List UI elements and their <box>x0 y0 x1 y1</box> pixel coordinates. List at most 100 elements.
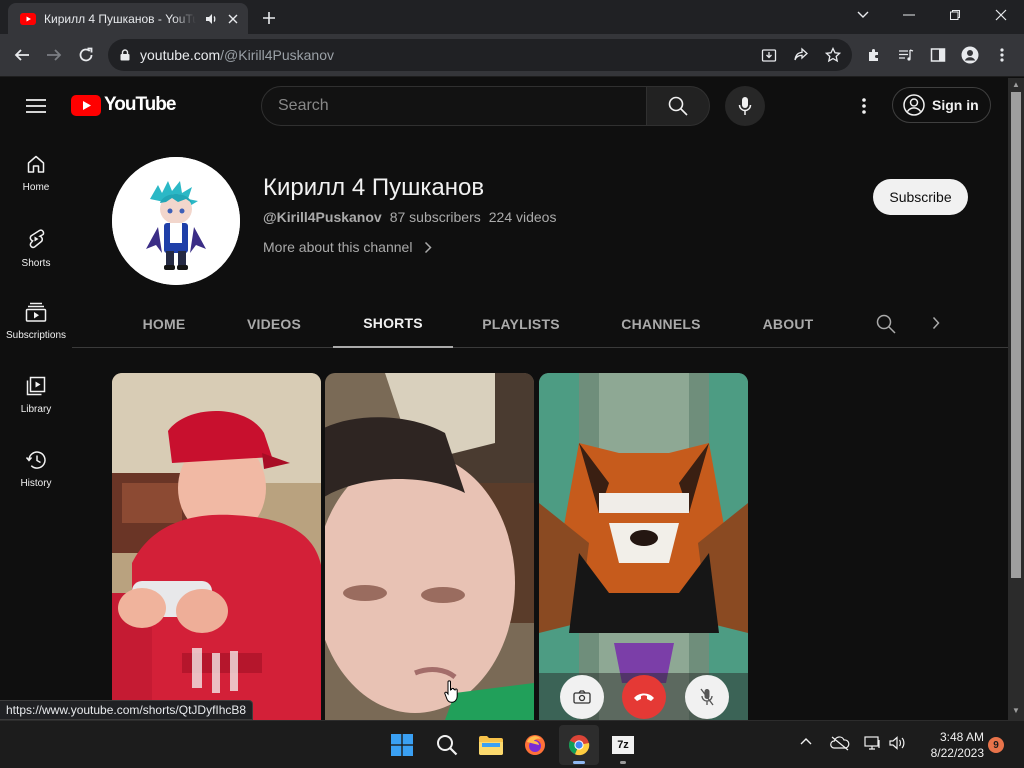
browser-tab[interactable]: Кирилл 4 Пушканов - YouTube <box>8 3 248 34</box>
channel-name: Кирилл 4 Пушканов <box>263 174 485 201</box>
windows-start-button[interactable] <box>382 725 422 765</box>
onedrive-tray-icon[interactable] <box>830 735 852 755</box>
channel-handle: @Kirill4Puskanov <box>263 209 382 225</box>
page-scrollbar[interactable]: ▲ ▼ <box>1008 78 1024 720</box>
tab-channels[interactable]: CHANNELS <box>608 300 714 348</box>
guide-item-history[interactable]: History <box>0 430 72 504</box>
scroll-down-arrow[interactable]: ▼ <box>1011 706 1021 716</box>
close-tab-icon[interactable] <box>226 12 240 26</box>
forward-button[interactable] <box>39 40 69 70</box>
extensions-icon[interactable] <box>860 41 888 69</box>
chrome-button[interactable] <box>559 725 599 765</box>
active-app-indicator <box>573 761 585 764</box>
channel-meta: @Kirill4Puskanov 87 subscribers 224 vide… <box>263 209 556 225</box>
taskbar-search-button[interactable] <box>427 725 467 765</box>
tab-search-button[interactable] <box>840 0 886 30</box>
scrollbar-thumb[interactable] <box>1011 92 1021 578</box>
back-button[interactable] <box>7 40 37 70</box>
running-app-indicator <box>620 761 626 764</box>
browser-menu-icon[interactable] <box>988 41 1016 69</box>
search-input[interactable] <box>278 97 646 115</box>
tab-about[interactable]: ABOUT <box>752 300 824 348</box>
windows-taskbar: 7z 3:48 AM 8/22/2023 9 <box>0 720 1024 768</box>
short-thumbnail-2[interactable] <box>325 373 534 720</box>
guide-item-home[interactable]: Home <box>0 134 72 208</box>
firefox-button[interactable] <box>515 725 555 765</box>
7zip-button[interactable]: 7z <box>603 725 643 765</box>
mouse-cursor-hand <box>444 680 460 704</box>
mute-mic-button[interactable] <box>685 675 729 719</box>
notification-badge[interactable]: 9 <box>988 737 1004 753</box>
lock-icon[interactable] <box>120 49 130 61</box>
sign-in-label: Sign in <box>932 97 979 113</box>
short-thumbnail-3[interactable] <box>539 373 748 720</box>
search-button[interactable] <box>646 86 710 126</box>
short-thumbnail-1[interactable] <box>112 373 321 720</box>
guide-menu-button[interactable] <box>22 94 50 118</box>
sign-in-button[interactable]: Sign in <box>892 87 991 123</box>
chevron-right-icon <box>425 241 432 253</box>
tab-title: Кирилл 4 Пушканов - YouTube <box>44 11 196 26</box>
taskbar-clock[interactable]: 3:48 AM 8/22/2023 <box>914 729 984 761</box>
tab-playlists[interactable]: PLAYLISTS <box>471 300 571 348</box>
reload-button[interactable] <box>71 40 101 70</box>
tab-videos[interactable]: VIDEOS <box>236 300 312 348</box>
firefox-icon <box>525 735 545 755</box>
install-app-icon[interactable] <box>755 41 783 69</box>
share-icon[interactable] <box>787 41 815 69</box>
hang-up-icon <box>634 693 654 701</box>
media-control-icon[interactable] <box>892 41 920 69</box>
search-icon <box>876 314 896 334</box>
guide-item-library[interactable]: Library <box>0 356 72 430</box>
shorts-icon <box>29 229 45 249</box>
audio-playing-icon[interactable] <box>204 12 218 26</box>
youtube-logo-icon <box>71 94 101 116</box>
guide-item-subscriptions[interactable]: Subscriptions <box>0 282 72 356</box>
guide-label-home: Home <box>22 182 50 193</box>
youtube-logo[interactable]: YouTube <box>71 94 176 116</box>
avatar-character-image <box>112 157 240 285</box>
link-status-bubble: https://www.youtube.com/shorts/QtJDyfIhc… <box>0 700 254 720</box>
youtube-page: YouTube Sign in Home Shorts Su <box>0 78 1008 720</box>
guide-label-subscriptions: Subscriptions <box>5 330 67 341</box>
file-explorer-button[interactable] <box>471 725 511 765</box>
end-call-button[interactable] <box>622 675 666 719</box>
guide-label-library: Library <box>20 404 52 415</box>
voice-search-button[interactable] <box>725 86 765 126</box>
youtube-logo-text: YouTube <box>104 94 176 115</box>
search-box[interactable] <box>261 86 647 126</box>
bookmark-star-icon[interactable] <box>819 41 847 69</box>
subscribe-button[interactable]: Subscribe <box>873 179 968 215</box>
tab-home[interactable]: HOME <box>128 300 200 348</box>
channel-avatar[interactable] <box>112 157 240 285</box>
network-tray-icon[interactable] <box>864 735 884 755</box>
side-panel-icon[interactable] <box>924 41 952 69</box>
restore-button[interactable] <box>932 0 978 30</box>
tray-overflow-button[interactable] <box>800 737 818 753</box>
channel-search-button[interactable] <box>876 314 898 336</box>
search-icon <box>668 96 688 116</box>
address-bar[interactable]: youtube.com/@Kirill4Puskanov <box>108 39 852 71</box>
search-icon <box>437 735 458 756</box>
flip-camera-button[interactable] <box>560 675 604 719</box>
chrome-icon <box>568 735 590 756</box>
chevron-up-icon <box>800 738 812 745</box>
guide-item-shorts[interactable]: Shorts <box>0 208 72 282</box>
browser-toolbar: youtube.com/@Kirill4Puskanov <box>0 34 1024 77</box>
url-host: youtube.com <box>140 47 221 63</box>
close-window-button[interactable] <box>978 0 1024 30</box>
short-thumbnail-image <box>325 373 534 720</box>
new-tab-button[interactable] <box>258 7 280 29</box>
scroll-up-arrow[interactable]: ▲ <box>1011 80 1021 90</box>
microphone-icon <box>738 97 752 115</box>
video-count: 224 videos <box>488 209 557 225</box>
settings-menu-button[interactable] <box>856 94 872 118</box>
volume-tray-icon[interactable] <box>888 735 908 755</box>
mic-off-icon <box>700 688 714 706</box>
guide-label-shorts: Shorts <box>21 258 51 269</box>
minimize-button[interactable] <box>886 0 932 30</box>
tabs-scroll-right-button[interactable] <box>932 316 946 334</box>
more-about-channel-link[interactable]: More about this channel <box>263 239 432 255</box>
profile-icon[interactable] <box>956 41 984 69</box>
tab-shorts[interactable]: SHORTS <box>333 300 453 348</box>
